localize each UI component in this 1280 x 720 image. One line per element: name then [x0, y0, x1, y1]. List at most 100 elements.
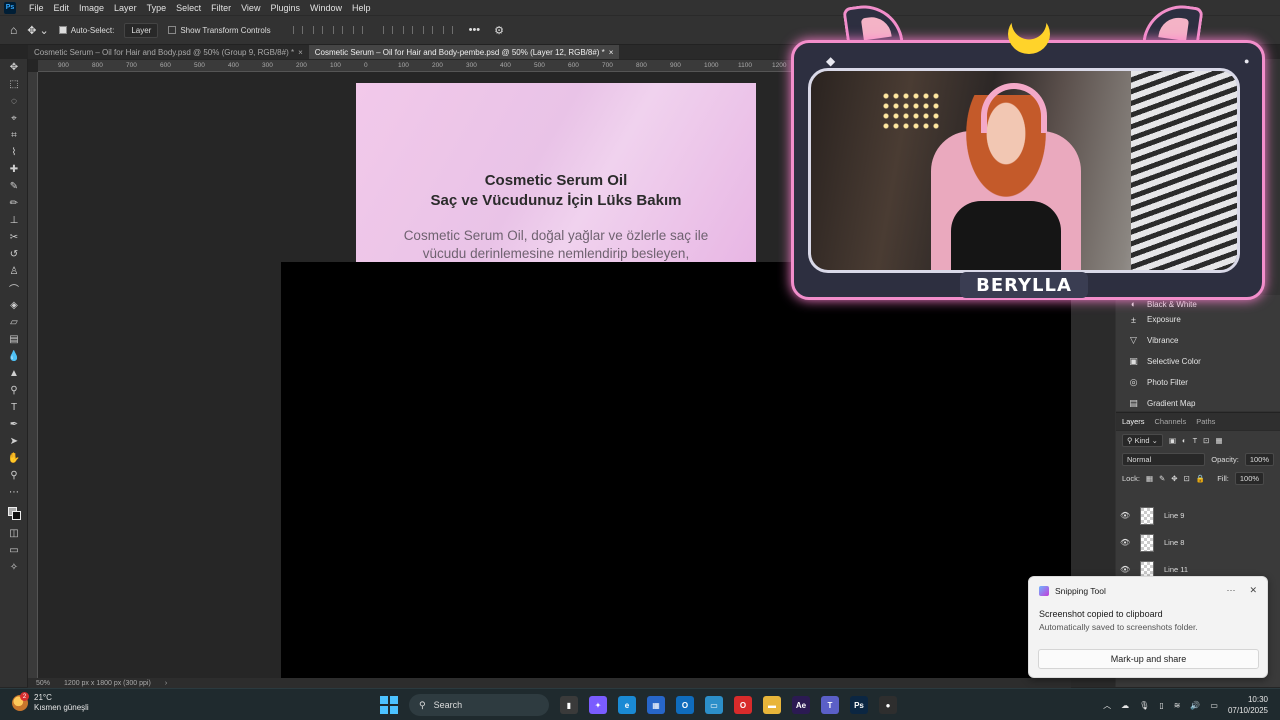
scissors-tool-icon[interactable]: ✂ [0, 229, 28, 246]
show-transform-checkbox[interactable] [168, 26, 177, 34]
zoom-level[interactable]: 50% [36, 680, 50, 687]
align-bottom-icon[interactable] [422, 26, 433, 34]
align-top-icon[interactable] [382, 26, 393, 34]
align-middle-icon[interactable] [402, 26, 413, 34]
adjustment-vibrance[interactable]: ▽ Vibrance [1116, 330, 1280, 351]
align-center-icon[interactable] [312, 26, 323, 34]
clone-stamp-tool-icon[interactable]: ⊥ [0, 212, 28, 229]
type-tool-icon[interactable]: T [0, 399, 28, 416]
battery-icon[interactable]: ▭ [1210, 701, 1218, 710]
align-left-icon[interactable] [292, 26, 303, 34]
menu-image[interactable]: Image [74, 3, 109, 13]
phone-link-icon[interactable]: ▯ [1159, 701, 1163, 710]
pen-tool-icon[interactable]: ✒ [0, 416, 28, 433]
wifi-icon[interactable]: ≋ [1174, 701, 1181, 710]
taskbar-search[interactable]: ⚲ Search [409, 694, 549, 716]
menu-select[interactable]: Select [171, 3, 206, 13]
menu-type[interactable]: Type [142, 3, 172, 13]
blur-tool-icon[interactable]: 💧 [0, 348, 28, 365]
network-cloud-icon[interactable]: ☁ [1121, 701, 1129, 710]
hand-tool-icon[interactable]: ✋ [0, 450, 28, 467]
menu-window[interactable]: Window [305, 3, 347, 13]
move-tool-icon[interactable]: ✥ [0, 59, 28, 76]
layer-row[interactable]: 👁 Line 9 [1116, 502, 1280, 529]
status-chevron-icon[interactable]: › [165, 680, 167, 687]
auto-select-dropdown[interactable]: Layer [124, 22, 159, 38]
outlook-app-icon[interactable]: O [676, 696, 694, 714]
document-tab-active[interactable]: Cosmetic Serum – Oil for Hair and Body-p… [308, 45, 620, 59]
quick-mask-icon[interactable]: ◫ [0, 525, 28, 542]
eye-icon[interactable]: 👁 [1120, 565, 1130, 574]
tab-channels[interactable]: Channels [1155, 417, 1187, 426]
home-icon[interactable]: ⌂ [10, 23, 17, 37]
color-swatches[interactable] [7, 507, 21, 520]
opacity-input[interactable]: 100% [1244, 453, 1274, 466]
lasso-tool-icon[interactable]: ◌ [0, 93, 28, 110]
paint-bucket-tool-icon[interactable]: ◈ [0, 297, 28, 314]
tab-paths[interactable]: Paths [1196, 417, 1215, 426]
volume-icon[interactable]: 🔊 [1190, 701, 1200, 710]
dodge-tool-icon[interactable]: ⚲ [0, 382, 28, 399]
generative-icon[interactable]: ✧ [0, 559, 28, 576]
tab-layers[interactable]: Layers [1122, 417, 1145, 426]
settings-gear-icon[interactable]: ⚙ [494, 24, 504, 37]
menu-file[interactable]: File [24, 3, 49, 13]
after-effects-app-icon[interactable]: Ae [792, 696, 810, 714]
align-right-icon[interactable] [332, 26, 343, 34]
adjustment-photo-filter[interactable]: ◎ Photo Filter [1116, 372, 1280, 393]
crop-tool-icon[interactable]: ⌗ [0, 127, 28, 144]
layer-kind-filter[interactable]: ⚲ Kind ⌄ [1122, 434, 1163, 447]
auto-select-checkbox[interactable] [58, 26, 67, 34]
more-options-icon[interactable]: ••• [469, 24, 481, 36]
more-options-icon[interactable]: ··· [1226, 585, 1235, 596]
blend-mode-dropdown[interactable]: Normal [1122, 453, 1206, 466]
microphone-icon[interactable]: 🎙 [1139, 701, 1149, 710]
clock[interactable]: 10:30 07/10/2025 [1228, 694, 1268, 716]
close-icon[interactable]: ✕ [1249, 585, 1257, 596]
zoom-tool-icon[interactable]: ⚲ [0, 467, 28, 484]
opera-app-icon[interactable]: O [734, 696, 752, 714]
eraser-tool-icon[interactable]: ▱ [0, 314, 28, 331]
file-explorer-black-app-icon[interactable]: ▮ [560, 696, 578, 714]
menu-view[interactable]: View [236, 3, 265, 13]
brush-tool-icon[interactable]: ✎ [0, 178, 28, 195]
menu-plugins[interactable]: Plugins [265, 3, 305, 13]
photoshop-app-icon[interactable]: Ps [850, 696, 868, 714]
markup-and-share-button[interactable]: Mark-up and share [1038, 649, 1259, 669]
distribute-vertical-icon[interactable] [442, 26, 453, 34]
document-tab[interactable]: Cosmetic Serum – Oil for Hair and Body.p… [28, 45, 309, 59]
mixer-brush-tool-icon[interactable]: ⌒ [0, 280, 28, 297]
copilot-app-icon[interactable]: ✦ [589, 696, 607, 714]
distribute-icon[interactable] [352, 26, 363, 34]
sharpen-tool-icon[interactable]: ▲ [0, 365, 28, 382]
adjustment-exposure[interactable]: ± Exposure [1116, 309, 1280, 330]
store-app-icon[interactable]: ▦ [647, 696, 665, 714]
chevron-up-icon[interactable]: ︿ [1103, 700, 1111, 711]
obs-app-icon[interactable]: ● [879, 696, 897, 714]
object-selection-tool-icon[interactable]: ⌖ [0, 110, 28, 127]
eyedropper-tool-icon[interactable]: ⌇ [0, 144, 28, 161]
history-brush-tool-icon[interactable]: ↺ [0, 246, 28, 263]
background-color-swatch[interactable] [11, 511, 21, 520]
edit-toolbar-icon[interactable]: ⋯ [0, 484, 28, 501]
start-button[interactable] [380, 696, 398, 714]
remote-desktop-app-icon[interactable]: ▭ [705, 696, 723, 714]
adjustment-selective-color[interactable]: ▣ Selective Color [1116, 351, 1280, 372]
close-tab-icon[interactable]: × [298, 48, 303, 57]
fill-input[interactable]: 100% [1234, 472, 1265, 485]
weather-widget[interactable]: 2 21°C Kısmen güneşli [12, 692, 89, 713]
menu-layer[interactable]: Layer [109, 3, 142, 13]
filter-icons[interactable]: ▣◐T⊡▦ [1169, 436, 1229, 445]
path-selection-tool-icon[interactable]: ➤ [0, 433, 28, 450]
file-explorer-app-icon[interactable]: ▬ [763, 696, 781, 714]
eye-icon[interactable]: 👁 [1120, 538, 1130, 547]
close-tab-icon[interactable]: × [609, 48, 614, 57]
lock-icons[interactable]: ▦✎✥⊡🔒 [1146, 474, 1211, 483]
teams-app-icon[interactable]: T [821, 696, 839, 714]
spot-healing-tool-icon[interactable]: ✚ [0, 161, 28, 178]
adjustment-gradient-map[interactable]: ▤ Gradient Map [1116, 393, 1280, 411]
menu-filter[interactable]: Filter [206, 3, 236, 13]
menu-edit[interactable]: Edit [49, 3, 75, 13]
pencil-tool-icon[interactable]: ✏ [0, 195, 28, 212]
layer-row[interactable]: 👁 Line 8 [1116, 529, 1280, 556]
